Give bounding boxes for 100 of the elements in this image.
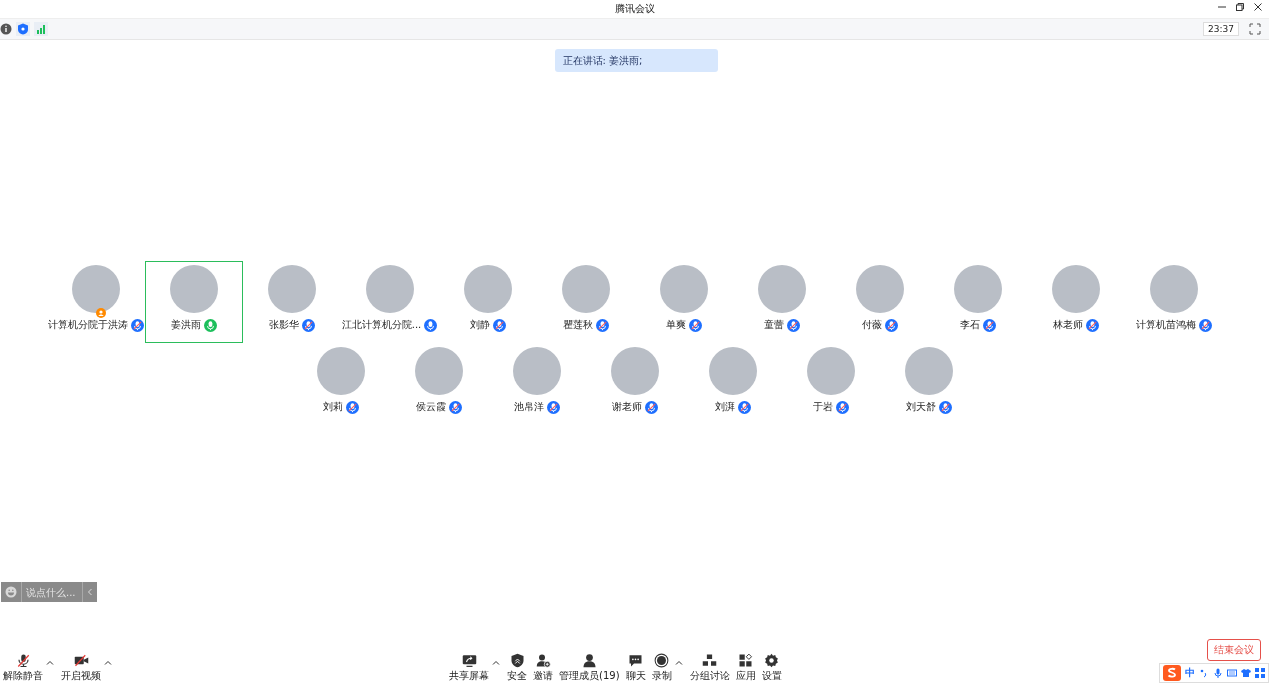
toolbar-button[interactable]: 解除静音	[0, 653, 46, 683]
participant-tile[interactable]: 池帛洋	[487, 343, 586, 425]
microphone-icon[interactable]	[1213, 668, 1223, 678]
photo-placeholder	[463, 265, 512, 313]
close-icon[interactable]	[1253, 2, 1263, 12]
photo-placeholder	[610, 347, 659, 395]
keyboard-icon[interactable]	[1227, 668, 1237, 678]
toolbar-button[interactable]: 管理成员(19)	[556, 653, 623, 683]
photo-placeholder	[267, 265, 316, 313]
participant-name: 付薇	[861, 318, 882, 332]
photo-placeholder	[316, 347, 365, 395]
caret-icon[interactable]	[46, 659, 54, 667]
participant-name: 计算机苗鸿梅	[1135, 318, 1196, 332]
toolbar-button[interactable]: 开启视频	[58, 653, 104, 683]
fullscreen-icon[interactable]	[1249, 23, 1261, 35]
photo-placeholder	[708, 347, 757, 395]
muted-microphone-icon	[15, 653, 31, 668]
participant-name: 刘天舒	[905, 400, 936, 414]
caret-icon[interactable]	[492, 659, 500, 667]
participant-tile[interactable]: 计算机苗鸿梅	[1124, 261, 1223, 343]
chat-input-field[interactable]: 说点什么...	[21, 582, 83, 602]
photo-placeholder	[806, 347, 855, 395]
photo-placeholder	[1051, 265, 1100, 313]
participant-name: 刘静	[469, 318, 490, 332]
photo-placeholder	[512, 347, 561, 395]
photo-placeholder	[71, 265, 120, 313]
participant-name: 姜洪雨	[170, 318, 201, 332]
toolbar-button[interactable]: 录制	[648, 653, 675, 683]
restore-icon[interactable]	[1235, 2, 1245, 12]
participant-tile[interactable]: 林老师	[1026, 261, 1125, 343]
apps-grid-icon	[738, 653, 754, 668]
caret-icon[interactable]	[104, 659, 112, 667]
blocks-icon	[702, 653, 718, 668]
toolbar-button[interactable]: 邀请	[530, 653, 556, 683]
participant-tile[interactable]: 童蕾	[732, 261, 831, 343]
participant-name: 池帛洋	[513, 400, 544, 414]
participant-tile[interactable]: 张影华	[242, 261, 341, 343]
person-icon	[581, 653, 597, 668]
participant-tile[interactable]: 刘莉	[291, 343, 390, 425]
photo-placeholder	[365, 265, 414, 313]
smiley-icon[interactable]	[1, 582, 21, 602]
toolbar-button[interactable]: 应用	[732, 653, 759, 683]
participant-tile[interactable]: 计算机分院于洪涛	[46, 261, 145, 343]
participant-tile[interactable]: 刘静	[438, 261, 537, 343]
photo-placeholder	[953, 265, 1002, 313]
record-icon	[654, 653, 670, 668]
participant-name: 侯云霞	[415, 400, 446, 414]
camera-off-icon	[73, 653, 89, 668]
participant-name: 刘莉	[322, 400, 343, 414]
participant-name: 于岩	[812, 400, 833, 414]
toolbar-button[interactable]: 聊天	[622, 653, 649, 683]
participant-tile[interactable]: 李石	[928, 261, 1027, 343]
signal-icon[interactable]	[35, 23, 47, 35]
participant-name: 李石	[959, 318, 980, 332]
info-icon[interactable]	[0, 23, 12, 35]
participant-tile[interactable]: 侯云霞	[389, 343, 488, 425]
photo-placeholder	[659, 265, 708, 313]
toolbar-button[interactable]: 分组讨论	[686, 653, 733, 683]
toolbar-button[interactable]: 设置	[758, 653, 785, 683]
caret-icon[interactable]	[674, 659, 683, 667]
shirt-icon[interactable]	[1241, 668, 1251, 678]
photo-placeholder	[561, 265, 610, 313]
participant-tile[interactable]: 姜洪雨	[144, 261, 243, 343]
settings-icon	[764, 653, 780, 668]
punctuation-icon[interactable]	[1199, 668, 1209, 678]
add-person-icon	[535, 653, 551, 668]
toolbar-button[interactable]: 共享屏幕	[446, 653, 492, 683]
screen-share-icon	[461, 653, 477, 668]
photo-placeholder	[855, 265, 904, 313]
input-mode[interactable]: 中	[1185, 666, 1195, 680]
participant-tile[interactable]: 付薇	[830, 261, 929, 343]
participant-name: 单爽	[665, 318, 686, 332]
participant-tile[interactable]: 刘天舒	[879, 343, 978, 425]
participant-tile[interactable]: 江北计算机分院...	[340, 261, 439, 343]
participant-name: 瞿莲秋	[562, 318, 593, 332]
participant-name: 刘湃	[714, 400, 735, 414]
participant-tile[interactable]: 瞿莲秋	[536, 261, 635, 343]
photo-placeholder	[414, 347, 463, 395]
meeting-timer: 23:37	[1203, 22, 1239, 36]
participant-name: 童蕾	[763, 318, 784, 332]
participant-name: 计算机分院于洪涛	[47, 318, 128, 332]
window-title: 腾讯会议	[614, 2, 655, 16]
grid-icon[interactable]	[1255, 668, 1265, 678]
participant-tile[interactable]: 单爽	[634, 261, 733, 343]
input-method-logo-icon[interactable]	[1163, 665, 1181, 681]
participant-tile[interactable]: 谢老师	[585, 343, 684, 425]
end-meeting-button[interactable]: 结束会议	[1207, 639, 1261, 661]
chat-bubble-icon	[628, 653, 644, 668]
shield-icon	[509, 653, 525, 668]
participant-name: 林老师	[1052, 318, 1083, 332]
photo-placeholder	[1149, 265, 1198, 313]
photo-placeholder	[757, 265, 806, 313]
participant-tile[interactable]: 于岩	[781, 343, 880, 425]
speaking-banner: 正在讲话: 姜洪雨;	[554, 49, 718, 72]
shield-icon[interactable]	[17, 23, 29, 35]
participant-name: 张影华	[268, 318, 299, 332]
participant-name: 江北计算机分院...	[341, 318, 422, 332]
participant-tile[interactable]: 刘湃	[683, 343, 782, 425]
toolbar-button[interactable]: 安全	[504, 653, 530, 683]
photo-placeholder	[169, 265, 218, 313]
